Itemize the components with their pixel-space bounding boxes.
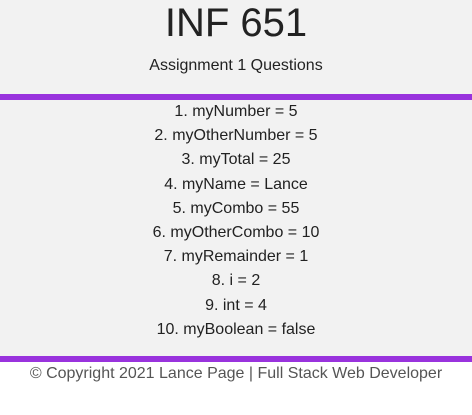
answer-item: 5. myCombo = 55	[172, 199, 300, 217]
page-footer: © Copyright 2021 Lance Page | Full Stack…	[0, 362, 472, 392]
answer-item: 10. myBoolean = false	[156, 320, 316, 338]
answer-item: 3. myTotal = 25	[181, 151, 291, 169]
page-subtitle: Assignment 1 Questions	[149, 57, 323, 74]
copyright-text: © Copyright 2021 Lance Page | Full Stack…	[29, 365, 443, 382]
answers-list: 1. myNumber = 5 2. myOtherNumber = 5 3. …	[0, 100, 472, 342]
answer-item: 2. myOtherNumber = 5	[154, 127, 318, 145]
answer-item: 8. i = 2	[211, 272, 261, 290]
answer-item: 1. myNumber = 5	[174, 103, 298, 120]
answer-item: 6. myOtherCombo = 10	[152, 223, 320, 241]
page-header: INF 651 Assignment 1 Questions	[0, 0, 472, 95]
answer-item: 4. myName = Lance	[164, 175, 308, 193]
answer-item: 7. myRemainder = 1	[163, 248, 309, 266]
answer-item: 9. int = 4	[205, 296, 267, 314]
page-title: INF 651	[164, 1, 308, 45]
answers-section: 1. myNumber = 5 2. myOtherNumber = 5 3. …	[0, 100, 472, 356]
